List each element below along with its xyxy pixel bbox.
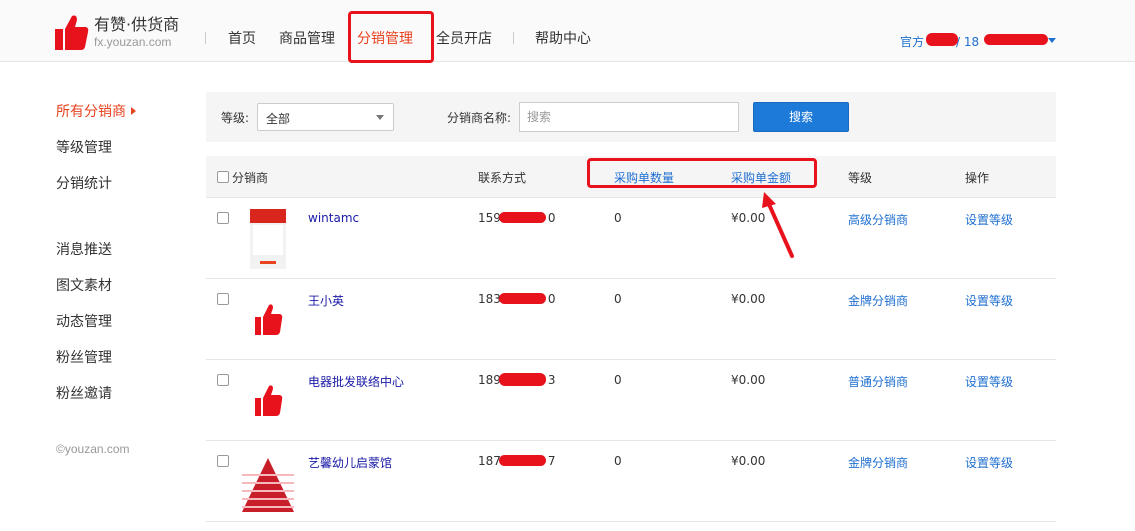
- thumbs-up-icon[interactable]: [55, 14, 89, 50]
- header-level: 等级: [848, 171, 873, 185]
- sidebar-item-level-management[interactable]: 等级管理: [56, 137, 112, 157]
- name-label: 分销商名称:: [447, 111, 512, 125]
- nav-help[interactable]: 帮助中心: [535, 30, 591, 48]
- order-amount: ¥0.00: [731, 292, 766, 306]
- phone-end: 7: [547, 454, 556, 468]
- order-count: 0: [614, 292, 622, 306]
- nav-home[interactable]: 首页: [228, 30, 256, 48]
- redaction-mark: [499, 212, 546, 223]
- level-link[interactable]: 高级分销商: [848, 211, 908, 228]
- redaction-mark: [926, 33, 958, 46]
- distributor-name[interactable]: 艺馨幼儿启蒙馆: [308, 454, 392, 471]
- thumbs-up-icon[interactable]: [238, 371, 298, 431]
- sidebar-item-media[interactable]: 图文素材: [56, 275, 112, 295]
- phone-start: 183: [478, 292, 501, 306]
- copyright: ©youzan.com: [56, 442, 130, 456]
- row-checkbox[interactable]: [217, 293, 229, 305]
- annotation-box-nav: [348, 11, 434, 63]
- sidebar-item-distribution-stats[interactable]: 分销统计: [56, 173, 112, 193]
- set-level-link[interactable]: 设置等级: [965, 211, 1013, 228]
- level-link[interactable]: 金牌分销商: [848, 454, 908, 471]
- phone-end: 3: [547, 373, 556, 387]
- redaction-mark: [984, 34, 1048, 45]
- level-select[interactable]: 全部: [257, 103, 394, 131]
- order-amount: ¥0.00: [731, 373, 766, 387]
- thumbs-up-icon[interactable]: [238, 290, 298, 350]
- brand-title: 有赞·供货商: [94, 15, 180, 34]
- phone-start: 159: [478, 211, 501, 225]
- nav-open-store[interactable]: 全员开店: [436, 30, 492, 48]
- search-button[interactable]: 搜索: [753, 102, 849, 132]
- brand[interactable]: 有赞·供货商 fx.youzan.com: [94, 16, 179, 50]
- phone-start: 189: [478, 373, 501, 387]
- sidebar-item-message-push[interactable]: 消息推送: [56, 239, 112, 259]
- level-label: 等级:: [221, 111, 250, 125]
- sidebar-item-all-distributors[interactable]: 所有分销商: [56, 101, 126, 121]
- order-count: 0: [614, 454, 622, 468]
- level-select-value: 全部: [266, 112, 291, 126]
- table-row: 电器批发联络中心 189 3 0 ¥0.00 普通分销商 设置等级: [206, 360, 1056, 441]
- row-checkbox[interactable]: [217, 374, 229, 386]
- order-amount: ¥0.00: [731, 454, 766, 468]
- header-action: 操作: [965, 171, 990, 185]
- level-link[interactable]: 普通分销商: [848, 373, 908, 390]
- table-row: wintamc 159 0 0 ¥0.00 高级分销商 设置等级: [206, 198, 1056, 279]
- caret-right-icon: [131, 107, 136, 115]
- nav-products[interactable]: 商品管理: [279, 30, 335, 48]
- redaction-mark: [499, 373, 546, 386]
- order-count: 0: [614, 211, 622, 225]
- top-header: 有赞·供货商 fx.youzan.com 首页 商品管理 分销管理 全员开店 帮…: [0, 0, 1135, 62]
- order-count: 0: [614, 373, 622, 387]
- phone-start: 187: [478, 454, 501, 468]
- table-row: 艺馨幼儿启蒙馆 187 7 0 ¥0.00 金牌分销商 设置等级: [206, 441, 1056, 522]
- distributor-name[interactable]: 王小英: [308, 292, 344, 309]
- phone-end: 0: [547, 292, 556, 306]
- distributor-name[interactable]: 电器批发联络中心: [308, 373, 404, 390]
- annotation-arrow-icon: [762, 192, 794, 258]
- nav-divider: [513, 32, 514, 44]
- row-checkbox[interactable]: [217, 455, 229, 467]
- level-link[interactable]: 金牌分销商: [848, 292, 908, 309]
- chevron-down-icon[interactable]: [1048, 38, 1056, 43]
- checkbox-select-all[interactable]: [217, 171, 229, 183]
- search-input[interactable]: [519, 102, 739, 132]
- sidebar-item-fan-invite[interactable]: 粉丝邀请: [56, 383, 112, 403]
- distributor-name[interactable]: wintamc: [308, 211, 359, 225]
- header-distributor: 分销商: [232, 171, 269, 185]
- set-level-link[interactable]: 设置等级: [965, 454, 1013, 471]
- sidebar-item-feed[interactable]: 动态管理: [56, 311, 112, 331]
- set-level-link[interactable]: 设置等级: [965, 292, 1013, 309]
- chevron-down-icon: [376, 115, 384, 120]
- filter-bar: 等级: 全部 分销商名称: 搜索: [206, 92, 1056, 142]
- account-separator: / 18: [956, 35, 980, 49]
- nav-divider: [205, 32, 206, 44]
- redaction-mark: [499, 293, 546, 304]
- table-row: 王小英 183 0 0 ¥0.00 金牌分销商 设置等级: [206, 279, 1056, 360]
- row-checkbox[interactable]: [217, 212, 229, 224]
- set-level-link[interactable]: 设置等级: [965, 373, 1013, 390]
- brand-domain: fx.youzan.com: [94, 35, 172, 49]
- sidebar-item-fans[interactable]: 粉丝管理: [56, 347, 112, 367]
- header-contact: 联系方式: [478, 171, 527, 185]
- distributor-avatar[interactable]: [238, 452, 298, 512]
- redaction-mark: [499, 455, 546, 466]
- annotation-box-columns: [587, 158, 817, 188]
- phone-end: 0: [547, 211, 556, 225]
- distributor-avatar[interactable]: [238, 209, 298, 269]
- account-prefix: 官方: [900, 35, 925, 49]
